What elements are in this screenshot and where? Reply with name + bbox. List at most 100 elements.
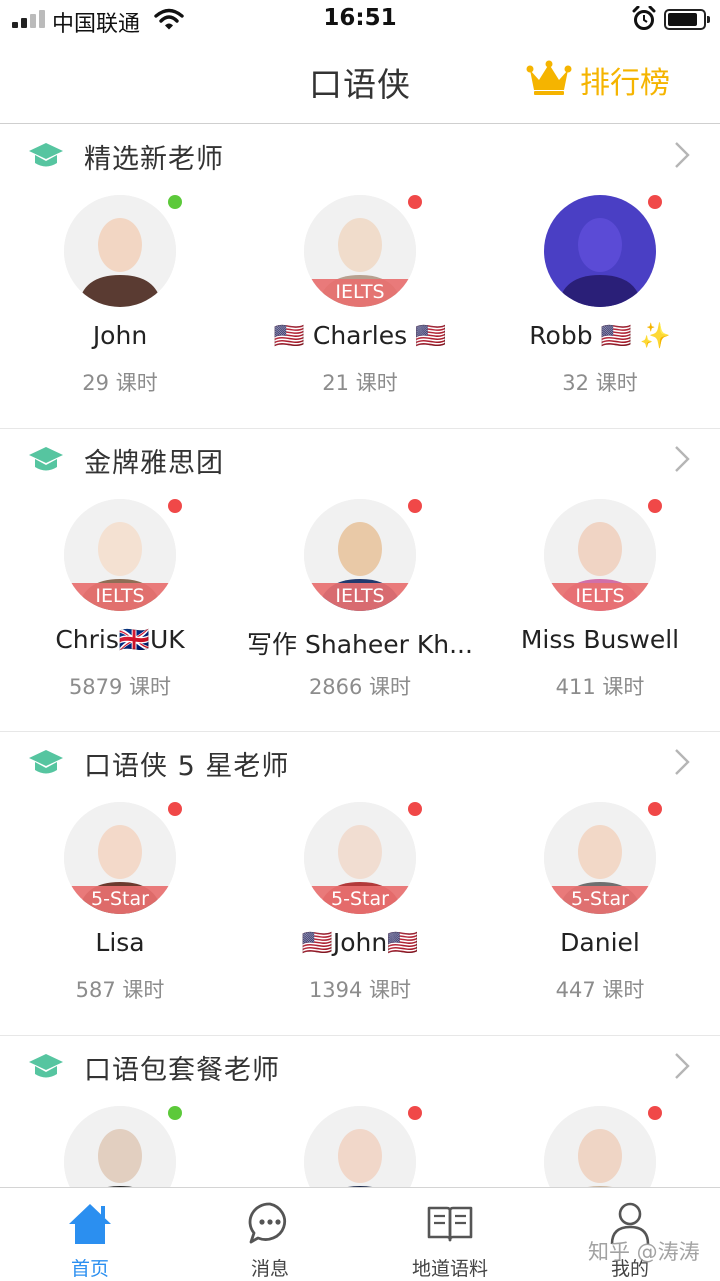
teacher-badge: 5-Star (304, 886, 416, 914)
teacher-card[interactable] (0, 1105, 240, 1187)
teacher-card[interactable]: Robb 🇺🇸 ✨ 32 课时 (480, 195, 720, 421)
offline-status-dot (648, 802, 662, 816)
alarm-clock-icon (632, 5, 656, 36)
teacher-section: 口语侠 5 星老师 5-Star Lisa 587 课时 5-Star 🇺🇸Jo… (0, 732, 720, 1036)
teacher-feed[interactable]: 精选新老师 John 29 课时 IELTS 🇺🇸 Charles 🇺🇸 21 … (0, 125, 720, 1187)
section-header[interactable]: 金牌雅思团 (0, 429, 720, 489)
teacher-card[interactable]: 5-Star Daniel 447 课时 (480, 802, 720, 1028)
battery-level (668, 13, 697, 26)
graduation-cap-icon (28, 140, 64, 174)
teacher-card[interactable]: 5-Star 🇺🇸John🇺🇸 1394 课时 (240, 802, 480, 1028)
teacher-section: 口语包套餐老师 (0, 1036, 720, 1187)
teacher-card[interactable]: IELTS Chris🇬🇧UK 5879 课时 (0, 498, 240, 725)
offline-status-dot (648, 1105, 662, 1120)
teacher-badge: IELTS (304, 582, 416, 611)
graduation-cap-icon (28, 444, 64, 478)
section-title: 口语侠 5 星老师 (84, 751, 290, 782)
home-icon (65, 1200, 115, 1246)
avatar: IELTS (544, 498, 656, 611)
chevron-right-icon[interactable] (674, 748, 690, 780)
offline-status-dot (408, 195, 422, 209)
teacher-lesson-hours: 29 课时 (82, 371, 158, 395)
teacher-badge: IELTS (544, 582, 656, 611)
tab-home-label: 首页 (70, 1258, 109, 1280)
teacher-avatar-wrap (64, 195, 182, 307)
offline-status-dot (648, 195, 662, 209)
section-header[interactable]: 口语包套餐老师 (0, 1036, 720, 1096)
teacher-card[interactable]: IELTS 🇺🇸 Charles 🇺🇸 21 课时 (240, 195, 480, 421)
open-book-icon (425, 1200, 475, 1246)
tab-home[interactable]: 首页 (0, 1188, 180, 1281)
teacher-card[interactable]: IELTS Miss Buswell 411 课时 (480, 498, 720, 725)
chevron-right-icon[interactable] (674, 445, 690, 477)
teacher-badge: IELTS (304, 279, 416, 307)
chat-bubble-icon (245, 1200, 295, 1246)
teacher-section: 金牌雅思团 IELTS Chris🇬🇧UK 5879 课时 IELTS 写作 S… (0, 429, 720, 732)
avatar (64, 195, 176, 307)
leaderboard-button[interactable]: 排行榜 (526, 58, 670, 102)
teacher-lesson-hours: 447 课时 (555, 978, 645, 1002)
tab-messages-label: 消息 (250, 1258, 289, 1280)
graduation-cap-icon (28, 1051, 64, 1085)
teacher-avatar-wrap: 5-Star (544, 802, 662, 914)
online-status-dot (168, 195, 182, 209)
avatar: IELTS (304, 195, 416, 307)
chevron-right-icon[interactable] (674, 1052, 690, 1084)
section-header[interactable]: 精选新老师 (0, 125, 720, 185)
teacher-avatar-wrap (64, 1105, 182, 1187)
teacher-avatar-wrap: IELTS (544, 498, 662, 611)
teacher-card[interactable] (240, 1105, 480, 1187)
avatar: 5-Star (304, 802, 416, 914)
teacher-lesson-hours: 21 课时 (322, 371, 398, 395)
offline-status-dot (168, 802, 182, 816)
online-status-dot (168, 1105, 182, 1120)
offline-status-dot (408, 498, 422, 513)
teacher-avatar-wrap: IELTS (304, 195, 422, 307)
teacher-avatar-wrap (544, 1105, 662, 1187)
avatar: IELTS (304, 498, 416, 611)
teacher-badge: IELTS (64, 582, 176, 611)
tab-profile[interactable]: 我的 (540, 1188, 720, 1281)
teacher-lesson-hours: 5879 课时 (68, 674, 172, 699)
teacher-avatar-wrap (304, 1105, 422, 1187)
teacher-card[interactable]: 5-Star Lisa 587 课时 (0, 802, 240, 1028)
teacher-name: Chris🇬🇧UK (55, 624, 185, 654)
avatar (544, 1105, 656, 1187)
crown-icon (526, 60, 572, 100)
teacher-lesson-hours: 587 课时 (75, 978, 165, 1002)
teacher-name: Lisa (95, 928, 145, 957)
teacher-name: John (92, 321, 148, 350)
offline-status-dot (408, 802, 422, 816)
teacher-name: 写作 Shaheer Kh... (247, 629, 473, 659)
watermark: 知乎 @涛涛 (588, 1240, 700, 1264)
avatar: 5-Star (64, 802, 176, 914)
teacher-card[interactable]: IELTS 写作 Shaheer Kh... 2866 课时 (240, 498, 480, 725)
section-title: 金牌雅思团 (84, 447, 224, 479)
teacher-card[interactable]: John 29 课时 (0, 195, 240, 421)
teacher-name: Robb 🇺🇸 ✨ (529, 321, 671, 350)
clock-time: 16:51 (323, 5, 397, 31)
chevron-right-icon[interactable] (674, 141, 690, 173)
teacher-lesson-hours: 2866 课时 (308, 674, 412, 699)
teacher-lesson-hours: 1394 课时 (308, 978, 412, 1002)
teacher-name: 🇺🇸John🇺🇸 (301, 928, 419, 957)
leaderboard-label: 排行榜 (580, 66, 670, 101)
teacher-lesson-hours: 32 课时 (562, 371, 638, 395)
offline-status-dot (408, 1105, 422, 1120)
section-header[interactable]: 口语侠 5 星老师 (0, 732, 720, 792)
tab-expressions[interactable]: 地道语料 (360, 1188, 540, 1281)
teacher-section: 精选新老师 John 29 课时 IELTS 🇺🇸 Charles 🇺🇸 21 … (0, 125, 720, 429)
teacher-name: 🇺🇸 Charles 🇺🇸 (273, 321, 447, 350)
avatar (64, 1105, 176, 1187)
offline-status-dot (648, 498, 662, 513)
tab-messages[interactable]: 消息 (180, 1188, 360, 1281)
avatar (544, 195, 656, 307)
section-title: 精选新老师 (84, 144, 224, 175)
teacher-avatar-wrap: 5-Star (304, 802, 422, 914)
teacher-avatar-wrap: 5-Star (64, 802, 182, 914)
teacher-lesson-hours: 411 课时 (555, 674, 645, 699)
tab-bar: 首页 消息 地道语料 我的 (0, 1187, 720, 1281)
teacher-card[interactable] (480, 1105, 720, 1187)
avatar: 5-Star (544, 802, 656, 914)
avatar (304, 1105, 416, 1187)
